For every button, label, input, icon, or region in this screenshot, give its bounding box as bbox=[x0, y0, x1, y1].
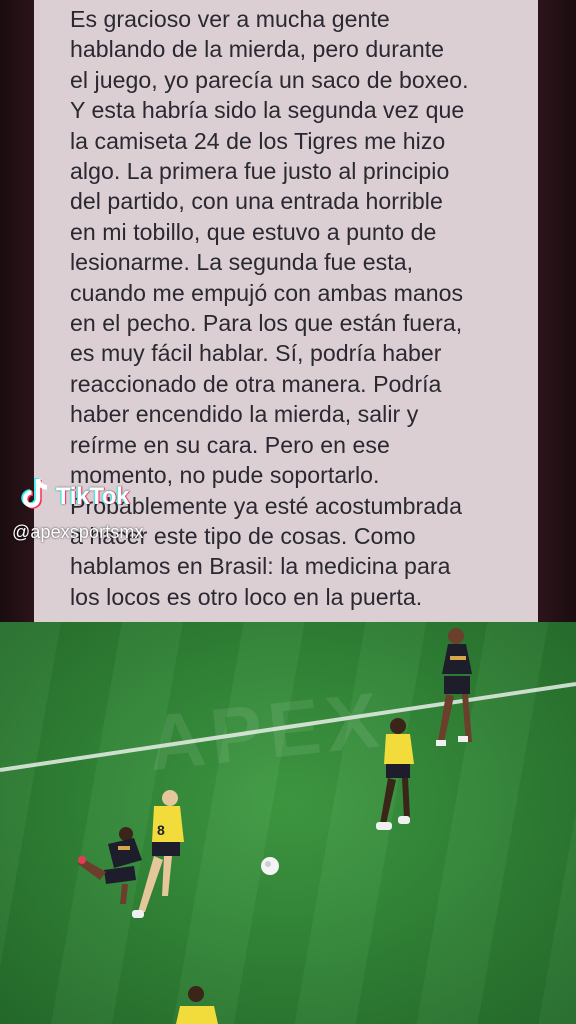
tiktok-watermark: TikTok @apexsportsmx bbox=[12, 476, 144, 543]
ball bbox=[261, 857, 279, 875]
video-frame: APEX 8 bbox=[0, 622, 576, 1024]
pitch-line bbox=[0, 682, 576, 772]
player-dark-top bbox=[436, 628, 472, 746]
top-panel: Es gracioso ver a mucha gente hablando d… bbox=[0, 0, 576, 622]
player-dark-fallen bbox=[78, 827, 142, 904]
match-scene: 8 bbox=[0, 628, 576, 1024]
tiktok-icon bbox=[12, 476, 52, 517]
player-yellow-right bbox=[376, 718, 414, 830]
player-yellow-bottom bbox=[176, 986, 218, 1024]
tiktok-label: TikTok bbox=[56, 482, 130, 510]
tiktok-handle: @apexsportsmx bbox=[12, 522, 144, 542]
jersey-number: 8 bbox=[157, 822, 165, 838]
